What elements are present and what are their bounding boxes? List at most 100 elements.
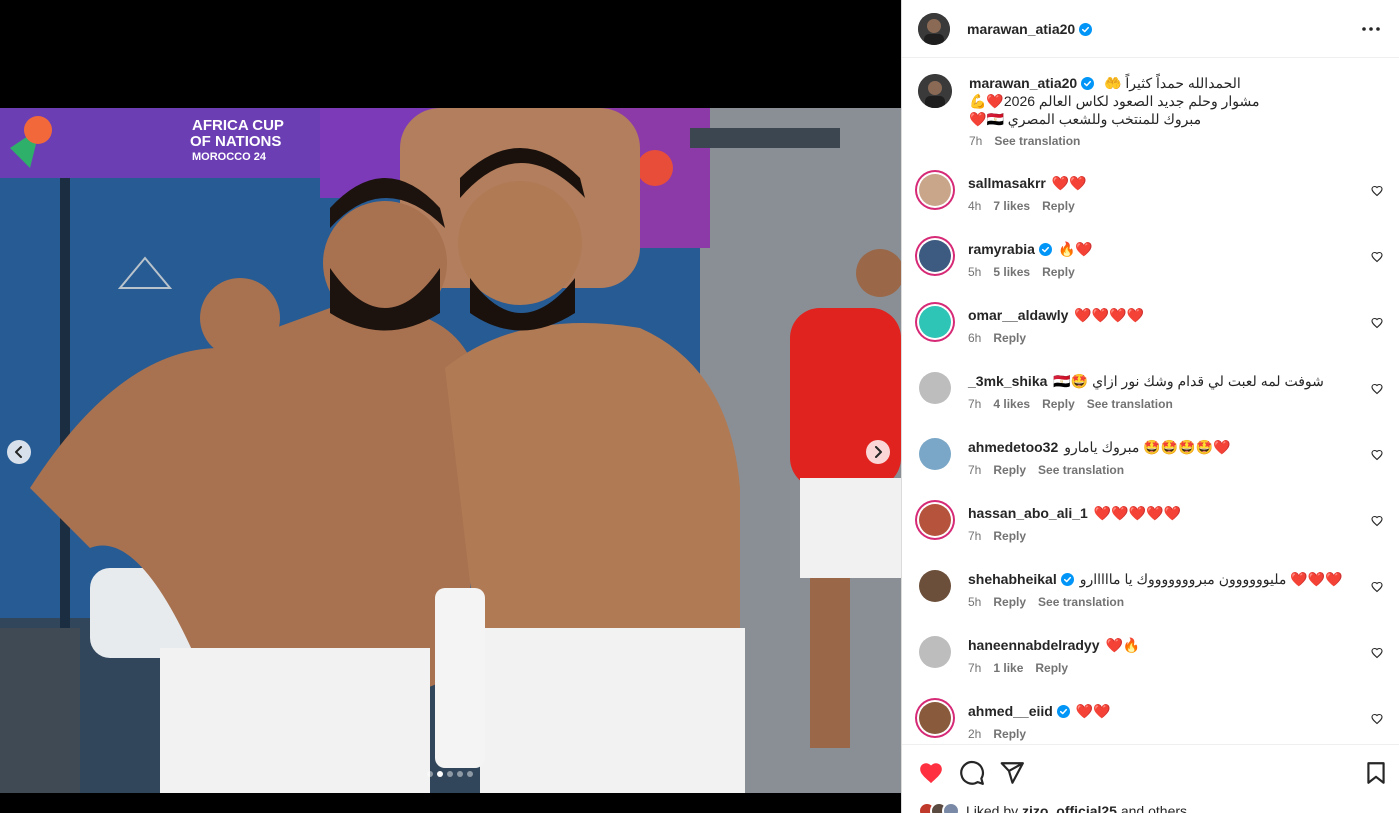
post-header: marawan_atia20 (902, 0, 1399, 58)
caption-username[interactable]: marawan_atia20 (969, 75, 1077, 91)
reply-button[interactable]: Reply (1042, 397, 1075, 411)
comment-likes[interactable]: 7 likes (993, 199, 1030, 213)
like-heart-icon[interactable] (918, 760, 944, 786)
comment-like-heart-icon[interactable] (1371, 449, 1383, 461)
liked-by-summary[interactable]: Liked by zizo_official25 and others (918, 802, 1187, 813)
chevron-right-icon (875, 446, 882, 458)
comment-username[interactable]: _3mk_shika (968, 373, 1047, 389)
comment-avatar[interactable] (919, 174, 951, 206)
comment-like-heart-icon[interactable] (1371, 317, 1383, 329)
author-username[interactable]: marawan_atia20 (967, 21, 1093, 37)
comment-like-heart-icon[interactable] (1371, 515, 1383, 527)
reply-button[interactable]: Reply (993, 727, 1026, 741)
reply-button[interactable]: Reply (1042, 199, 1075, 213)
caption-line-1: الحمدالله حمداً كثيراً 🤲 (1104, 75, 1241, 91)
caption-line-2: مشوار وحلم جديد الصعود لكاس العالم 2026❤… (969, 93, 1260, 109)
comment-row: sallmasakrr ❤️❤️ 4h 7 likes Reply (918, 174, 1383, 213)
previous-photo-button[interactable] (7, 440, 31, 464)
comment-username[interactable]: haneennabdelradyy (968, 637, 1100, 653)
comment-row: _3mk_shika 🇪🇬🤩 شوفت لمه لعبت لي قدام وشك … (918, 372, 1383, 411)
see-translation-link[interactable]: See translation (1087, 397, 1173, 411)
post-media: AFRICA CUP OF NATIONS MOROCCO 24 (0, 0, 901, 813)
comment-username[interactable]: ramyrabia (968, 241, 1035, 257)
comment-username[interactable]: sallmasakrr (968, 175, 1046, 191)
caption-author-avatar[interactable] (918, 74, 952, 108)
author-avatar[interactable] (918, 12, 950, 45)
carousel-dot (457, 771, 463, 777)
reply-button[interactable]: Reply (993, 331, 1026, 345)
reply-button[interactable]: Reply (993, 595, 1026, 609)
next-photo-button[interactable] (866, 440, 890, 464)
comment-avatar[interactable] (919, 240, 951, 272)
comment-text: ❤️🤩🤩🤩🤩 مبروك يامارو (1064, 439, 1231, 455)
see-translation-link[interactable]: See translation (1038, 463, 1124, 477)
comment-avatar[interactable] (919, 504, 951, 536)
comment-username[interactable]: omar__aldawly (968, 307, 1068, 323)
comment-row: ahmed__eiid ❤️❤️ 2h Reply (918, 702, 1383, 741)
verified-badge-icon (1038, 243, 1052, 256)
reply-button[interactable]: Reply (1035, 661, 1068, 675)
reply-button[interactable]: Reply (993, 463, 1026, 477)
comment-text: ❤️❤️ (1075, 703, 1111, 719)
comment-time: 4h (968, 199, 982, 213)
comment-avatar[interactable] (919, 702, 951, 734)
comment-likes[interactable]: 1 like (993, 661, 1023, 675)
svg-text:OF NATIONS: OF NATIONS (190, 133, 281, 150)
comment-row: haneennabdelradyy ❤️🔥 7h 1 like Reply (918, 636, 1383, 675)
carousel-dot (437, 771, 443, 777)
comment-like-heart-icon[interactable] (1371, 185, 1383, 197)
verified-badge-icon (1056, 705, 1070, 718)
see-translation-link[interactable]: See translation (994, 134, 1080, 148)
comment-username[interactable]: hassan_abo_ali_1 (968, 505, 1088, 521)
comment-time: 5h (968, 595, 982, 609)
comment-like-heart-icon[interactable] (1371, 251, 1383, 263)
comment-time: 7h (968, 661, 982, 675)
comment-icon[interactable] (959, 760, 985, 786)
see-translation-link[interactable]: See translation (1038, 595, 1124, 609)
post-caption: marawan_atia20 الحمدالله حمداً كثيراً 🤲 … (918, 74, 1383, 148)
comment-avatar[interactable] (919, 438, 951, 470)
reply-button[interactable]: Reply (993, 529, 1026, 543)
comment-username[interactable]: ahmed__eiid (968, 703, 1053, 719)
comments-list[interactable]: marawan_atia20 الحمدالله حمداً كثيراً 🤲 … (902, 59, 1399, 744)
verified-badge-icon (1060, 573, 1074, 586)
liker-avatar (942, 802, 960, 813)
more-options-button[interactable] (1359, 17, 1383, 41)
liked-by-user[interactable]: zizo_official25 (1022, 803, 1117, 813)
comment-time: 7h (968, 529, 982, 543)
chevron-left-icon (15, 446, 22, 458)
comment-like-heart-icon[interactable] (1371, 581, 1383, 593)
comment-likes[interactable]: 4 likes (993, 397, 1030, 411)
carousel-dot (467, 771, 473, 777)
comment-time: 6h (968, 331, 982, 345)
comment-username[interactable]: ahmedetoo32 (968, 439, 1058, 455)
svg-text:AFRICA CUP: AFRICA CUP (192, 117, 284, 134)
comment-text: ❤️❤️❤️❤️❤️ (1093, 505, 1182, 521)
comment-avatar[interactable] (919, 570, 951, 602)
verified-badge-icon (1079, 22, 1093, 36)
comment-avatar[interactable] (919, 636, 951, 668)
save-bookmark-icon[interactable] (1363, 760, 1389, 786)
comment-like-heart-icon[interactable] (1371, 713, 1383, 725)
comment-username[interactable]: shehabheikal (968, 571, 1057, 587)
share-icon[interactable] (999, 760, 1025, 786)
comment-text: 🔥❤️ (1057, 241, 1093, 257)
comment-avatar[interactable] (919, 372, 951, 404)
comment-row: ramyrabia 🔥❤️ 5h 5 likes Reply (918, 240, 1383, 279)
carousel-dot (447, 771, 453, 777)
comment-text: ❤️🔥 (1105, 637, 1141, 653)
comment-row: omar__aldawly ❤️❤️❤️❤️ 6h Reply (918, 306, 1383, 345)
comment-time: 5h (968, 265, 982, 279)
comment-row: ahmedetoo32 ❤️🤩🤩🤩🤩 مبروك يامارو 7h Reply See… (918, 438, 1383, 477)
comment-likes[interactable]: 5 likes (993, 265, 1030, 279)
comment-text: ❤️❤️❤️❤️ (1074, 307, 1145, 323)
comment-avatar[interactable] (919, 306, 951, 338)
comment-time: 7h (968, 397, 982, 411)
comment-like-heart-icon[interactable] (1371, 383, 1383, 395)
caption-time: 7h (969, 134, 983, 148)
reply-button[interactable]: Reply (1042, 265, 1075, 279)
comment-text: 🇪🇬🤩 شوفت لمه لعبت لي قدام وشك نور ازاي (1053, 373, 1324, 389)
comment-like-heart-icon[interactable] (1371, 647, 1383, 659)
caption-line-3: مبروك للمنتخب وللشعب المصري 🇪🇬❤️ (969, 111, 1202, 127)
comment-text: ❤️❤️ (1051, 175, 1087, 191)
